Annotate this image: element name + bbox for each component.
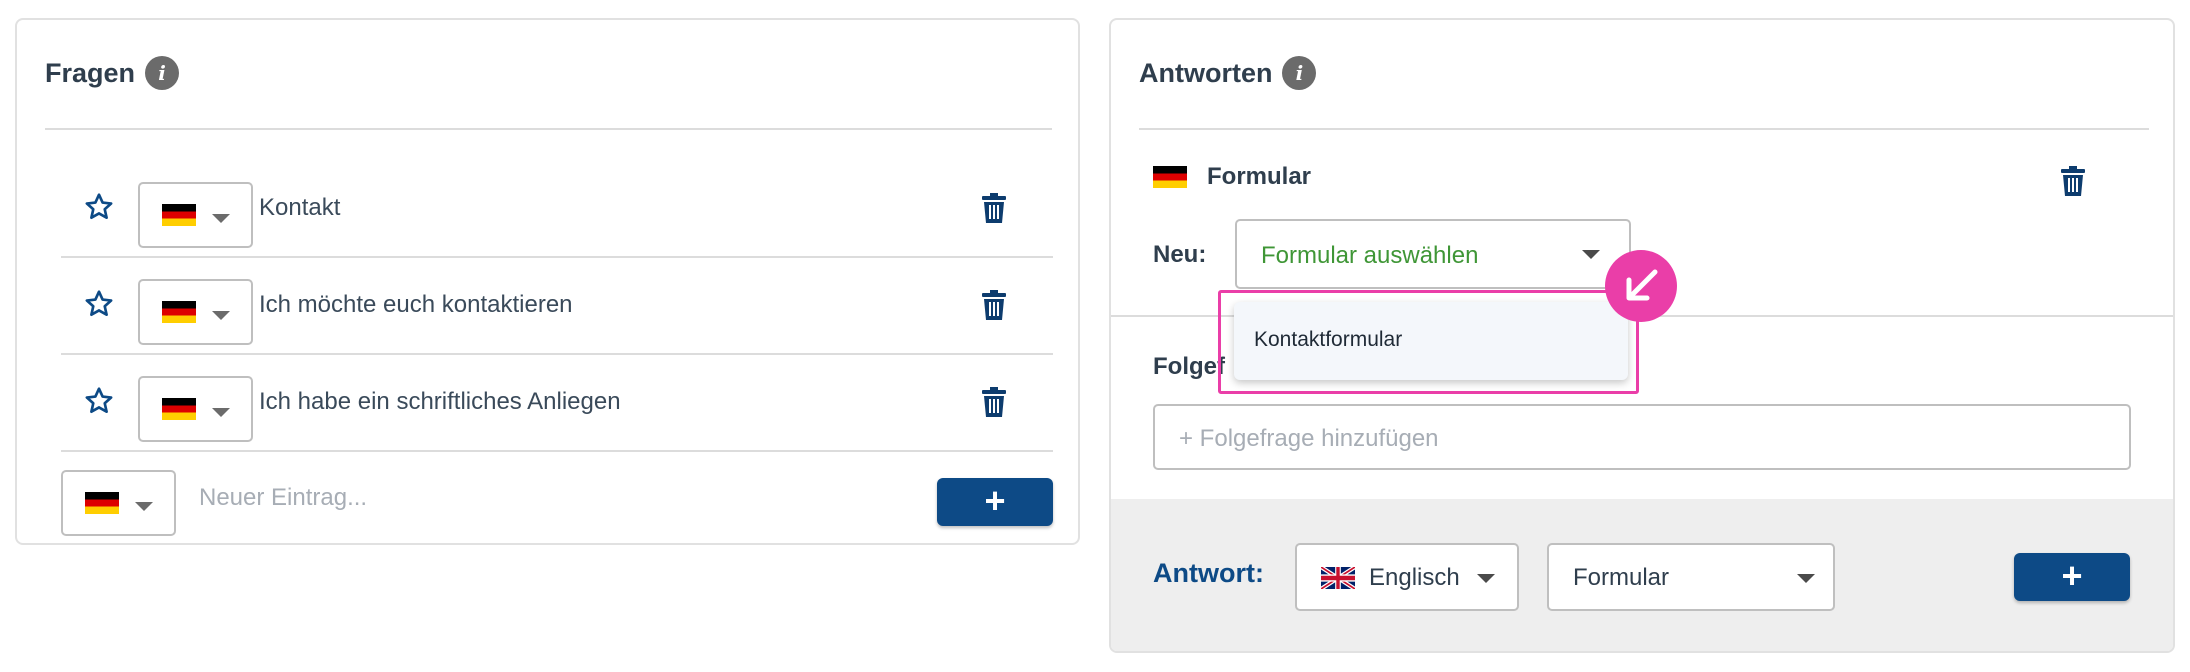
new-entry-input[interactable]: Neuer Eintrag... [199,484,367,512]
new-question-row: Neuer Eintrag... + [61,452,1053,549]
followup-label: Folgef [1153,353,1225,380]
trash-icon[interactable] [981,387,1007,417]
form-dropdown-menu: Kontaktformular [1234,302,1628,380]
divider [45,128,1052,130]
answers-title: Antworten i [1139,56,1317,90]
answers-title-text: Antworten [1139,57,1273,88]
german-flag-icon [162,301,196,323]
info-icon[interactable]: i [145,56,180,90]
chevron-down-icon [1477,574,1495,583]
trash-icon[interactable] [981,193,1007,223]
questions-title: Fragen i [45,56,180,90]
answer-language-value: Englisch [1369,564,1460,591]
question-text[interactable]: Kontakt [259,194,340,222]
dropdown-option-kontaktformular[interactable]: Kontaktformular [1254,328,1402,352]
divider [1139,128,2149,130]
trash-icon[interactable] [981,290,1007,320]
info-icon[interactable]: i [1282,56,1317,90]
add-question-button[interactable]: + [937,478,1053,526]
uk-flag-icon [1321,567,1355,589]
star-icon[interactable] [83,385,115,417]
german-flag-icon [162,398,196,420]
questions-title-text: Fragen [45,57,136,88]
chevron-down-icon [1582,250,1600,259]
answer-type-label: Formular [1207,163,1312,190]
question-row: Ich habe ein schriftliches Anliegen [61,355,1053,452]
german-flag-icon [162,204,196,226]
language-select[interactable] [138,182,253,248]
chevron-down-icon [212,408,230,417]
answer-type-select[interactable]: Formular [1547,543,1835,611]
chevron-down-icon [212,214,230,223]
arrow-down-left-icon [1626,269,1658,301]
form-select[interactable]: Formular auswählen [1235,219,1631,289]
trash-icon[interactable] [2060,166,2086,196]
add-answer-button[interactable]: + [2014,553,2130,601]
language-select[interactable] [138,279,253,345]
chevron-down-icon [1797,574,1815,583]
questions-panel: Fragen i Kontakt Ich möchte euch kontakt… [15,18,1080,545]
answer-type-value: Formular [1573,564,1670,591]
german-flag-icon [85,492,119,514]
question-text[interactable]: Ich habe ein schriftliches Anliegen [259,388,621,416]
star-icon[interactable] [83,288,115,320]
followup-placeholder: + Folgefrage hinzufügen [1179,425,1439,452]
chevron-down-icon [212,311,230,320]
chevron-down-icon [135,502,153,511]
question-row: Ich möchte euch kontaktieren [61,258,1053,355]
answer-label: Antwort: [1153,558,1264,588]
click-indicator [1605,250,1677,322]
german-flag-icon [1153,166,1187,188]
question-row: Kontakt [61,161,1053,258]
language-select[interactable] [138,376,253,442]
followup-input[interactable]: + Folgefrage hinzufügen [1153,404,2131,470]
answer-language-select[interactable]: Englisch [1295,543,1519,611]
new-entry-language-select[interactable] [61,470,176,536]
form-select-value: Formular auswählen [1261,242,1479,269]
question-text[interactable]: Ich möchte euch kontaktieren [259,291,573,319]
star-icon[interactable] [83,191,115,223]
new-label: Neu: [1153,241,1207,268]
